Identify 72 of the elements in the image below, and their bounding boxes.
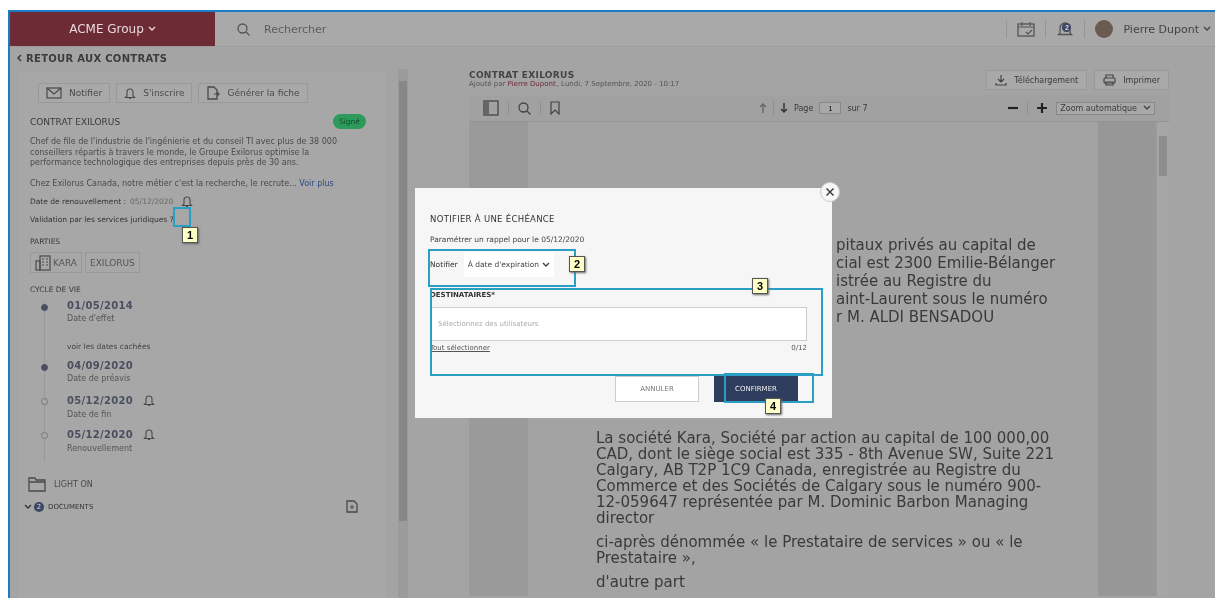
sidebar-toggle-icon[interactable] — [483, 100, 499, 116]
page-label: Page — [794, 103, 814, 113]
chevron-icon[interactable] — [24, 502, 32, 511]
document-export-icon — [206, 86, 221, 100]
search-icon[interactable] — [518, 101, 531, 115]
bell-icon — [142, 394, 155, 407]
callout-label: 1 — [182, 227, 199, 243]
document-text-line: aint-Laurent sous le numéro — [836, 290, 1049, 308]
contract-title: CONTRAT EXILORUS — [30, 116, 121, 127]
reminder-button[interactable] — [142, 394, 155, 407]
calendar-icon[interactable] — [1017, 21, 1036, 37]
download-icon — [995, 74, 1008, 86]
subscribe-button[interactable]: S'inscrire — [116, 83, 193, 103]
notify-button[interactable]: Notifier — [38, 83, 111, 103]
back-link[interactable]: RETOUR AUX CONTRATS — [26, 52, 168, 64]
chevron-down-icon — [1203, 26, 1211, 32]
bookmark-icon[interactable] — [550, 101, 560, 115]
chevron-left-icon[interactable] — [16, 54, 22, 62]
zoom-in-button[interactable] — [1036, 102, 1049, 114]
event-date: 05/12/2020 — [67, 429, 133, 440]
scrollbar[interactable] — [398, 69, 408, 598]
event-date: 05/12/2020 — [67, 395, 133, 406]
excerpt-text: Chez Exilorus Canada, notre métier c'est la recherche, le recrute... — [30, 178, 297, 188]
event-label: Date d'effet — [67, 314, 116, 323]
arrow-down-icon[interactable] — [780, 102, 788, 114]
document-title: CONTRAT EXILORUS — [469, 70, 576, 80]
document-text-line: cial est 2300 Emilie-Bélanger — [836, 254, 1057, 272]
callout-label: 2 — [569, 256, 586, 272]
party-tag[interactable]: KARA — [30, 252, 82, 273]
document-text-line: r M. ALDI BENSADOU — [836, 308, 996, 326]
organization-menu[interactable]: ACME Group — [10, 12, 215, 46]
generate-sheet-button[interactable]: Générer la fiche — [198, 83, 308, 103]
printer-icon — [1103, 74, 1117, 86]
event-date: 04/09/2020 — [67, 360, 133, 371]
building-icon — [35, 254, 51, 271]
document-paragraph: d'autre part — [596, 574, 686, 590]
add-document-icon[interactable] — [346, 500, 358, 513]
see-more-link[interactable]: Voir plus — [299, 178, 334, 188]
download-button[interactable]: Téléchargement — [986, 70, 1088, 90]
user-menu[interactable]: Pierre Dupont — [1123, 22, 1211, 36]
envelope-icon — [46, 87, 62, 99]
page-total: sur 7 — [847, 103, 868, 113]
avatar — [1095, 20, 1114, 38]
search-field[interactable]: Rechercher — [262, 21, 416, 37]
document-paragraph: La société Kara, Société par action au capital de 100 000,00 CAD, dont le siège social est 335 - 8th Avenue SW, Suite 221 Calgary, AB T2P 1C9 Canada, enregistrée au Registre du Commerce et des Sociétés de Calgary sous le numéro 900-12-059647 représentée par M. Dominic Barbon Managing director — [596, 430, 1056, 526]
bell-icon — [181, 194, 194, 208]
event-label: Date de fin — [67, 410, 113, 419]
event-label: Renouvellement — [67, 444, 134, 453]
description-text: Chef de file de l'industrie de l'ingénierie et du conseil TI avec plus de 38 000 conseillers répartis à travers le monde, le Groupe Exilorus optimise la performance technologique des entreprises depuis près de 30 ans. — [30, 137, 338, 169]
document-text-line: pitaux privés au capital de — [836, 236, 1037, 254]
print-button[interactable]: Imprimer — [1094, 70, 1169, 90]
document-paragraph: ci-après dénommée « le Prestataire de services » ou « le Prestataire », — [596, 534, 1024, 566]
event-date: 01/05/2014 — [67, 300, 133, 311]
dialog-title: NOTIFIER À UNE ÉCHÉANCE — [430, 214, 556, 224]
arrow-up-icon[interactable] — [759, 102, 767, 114]
reminder-button[interactable] — [142, 428, 155, 441]
close-button[interactable] — [820, 182, 840, 202]
callout-label: 4 — [765, 398, 782, 414]
folder-icon — [28, 476, 46, 492]
section-heading: LIGHT ON — [54, 479, 93, 489]
search-icon — [237, 22, 250, 36]
chevron-down-icon — [1143, 105, 1151, 111]
document-text-line: istrée au Registre du — [836, 272, 993, 290]
bell-icon — [124, 86, 137, 100]
callout-label: 3 — [752, 278, 769, 294]
zoom-dropdown[interactable]: Zoom automatique — [1056, 101, 1155, 115]
chevron-down-icon — [147, 26, 156, 32]
party-tag[interactable]: EXILORUS — [84, 252, 140, 273]
event-label: Date de préavis — [67, 374, 132, 383]
chevron-down-icon — [542, 261, 551, 268]
bell-icon — [142, 428, 155, 441]
reminder-button[interactable] — [181, 194, 194, 208]
